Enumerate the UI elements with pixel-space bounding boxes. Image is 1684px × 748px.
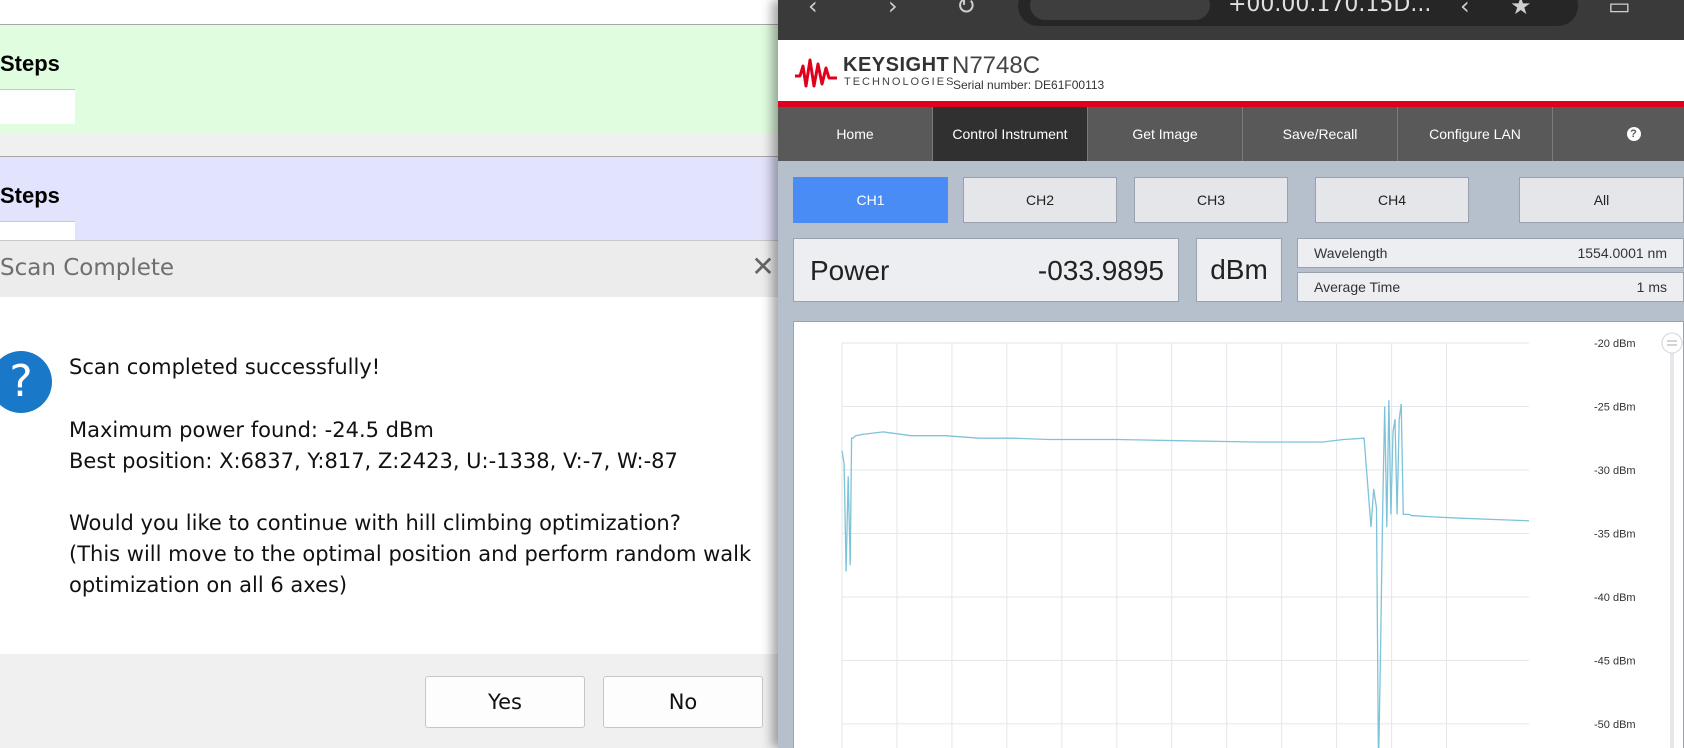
dialog-titlebar: Scan Complete ✕: [0, 241, 778, 297]
power-trend-chart: -20 dBm -25 dBm -30 dBm -35 dBm -40 dBm -45 d…: [841, 332, 1683, 748]
scan-complete-dialog: Scan Complete ✕ ? Scan completed success…: [0, 240, 778, 748]
power-series-line: [841, 400, 1530, 748]
average-time-label: Average Time: [1314, 279, 1401, 295]
reload-icon[interactable]: ↻: [956, 0, 976, 20]
back-icon[interactable]: ‹: [808, 0, 818, 20]
wavelength-field[interactable]: Wavelength 1554.0001 nm: [1297, 238, 1684, 268]
y-tick-label: -50 dBm: [1594, 719, 1636, 731]
instrument-header: KEYSIGHT TECHNOLOGIES N7748C Serial numb…: [778, 40, 1684, 101]
y-tick-label: -35 dBm: [1594, 528, 1636, 540]
wavelength-value: 1554.0001 nm: [1577, 245, 1667, 261]
y-tick-label: -25 dBm: [1594, 401, 1636, 413]
section-title: Steps: [0, 51, 60, 76]
chart-scroll-handle: [1661, 332, 1683, 354]
power-label: Power: [810, 255, 890, 286]
keysight-logo-icon: [795, 58, 837, 88]
power-readout: Power -033.9895: [793, 238, 1179, 302]
y-tick-label: -30 dBm: [1594, 465, 1636, 477]
security-chip[interactable]: [1030, 0, 1210, 20]
instrument-model: N7748C: [952, 52, 1041, 79]
chart-scroll-track: [1670, 350, 1674, 748]
tab-get-image[interactable]: Get Image: [1088, 107, 1243, 161]
instrument-nav: Home Control Instrument Get Image Save/R…: [778, 107, 1684, 161]
section-divider: [0, 134, 778, 156]
channel-button-ch2[interactable]: CH2: [963, 177, 1117, 223]
channel-button-ch1[interactable]: CH1: [793, 177, 948, 223]
serial-number: Serial number: DE61F00113: [953, 78, 1105, 92]
tab-save-recall[interactable]: Save/Recall: [1243, 107, 1398, 161]
bookmark-star-icon[interactable]: ★: [1510, 0, 1532, 20]
browser-toolbar: ‹ › ↻ +00.00.170.15D... ‹ ★ ▭: [778, 0, 1684, 40]
average-time-value: 1 ms: [1636, 279, 1667, 295]
y-tick-label: -45 dBm: [1594, 655, 1636, 667]
help-icon: ?: [1626, 127, 1641, 141]
steps-section-1: Steps: [0, 24, 778, 135]
control-panel: CH1 CH2 CH3 CH4 All Power -033.9895 dBm …: [778, 161, 1684, 748]
dialog-message-line: (This will move to the optimal position …: [69, 542, 752, 566]
wavelength-label: Wavelength: [1314, 245, 1388, 261]
dialog-message-line: Scan completed successfully!: [69, 355, 381, 379]
close-icon[interactable]: ✕: [748, 253, 778, 283]
yes-button[interactable]: Yes: [425, 676, 585, 728]
question-icon: ?: [0, 351, 52, 413]
average-time-field[interactable]: Average Time 1 ms: [1297, 272, 1684, 302]
dialog-message-line: Best position: X:6837, Y:817, Z:2423, U:…: [69, 449, 678, 473]
y-tick-label: -40 dBm: [1594, 592, 1636, 604]
section-title: Steps: [0, 183, 60, 208]
steps-input[interactable]: [0, 89, 75, 124]
tab-configure-lan[interactable]: Configure LAN: [1398, 107, 1553, 161]
address-url[interactable]: +00.00.170.15D...: [1228, 0, 1431, 17]
steps-section-2: Steps: [0, 156, 778, 256]
channel-button-ch4[interactable]: CH4: [1315, 177, 1469, 223]
scan-application-window: Steps Steps Scan Complete ✕ ? Scan compl…: [0, 0, 778, 748]
forward-icon[interactable]: ›: [888, 0, 898, 20]
dialog-message-line: optimization on all 6 axes): [69, 573, 348, 597]
power-chart: -20 dBm -25 dBm -30 dBm -35 dBm -40 dBm -45 d…: [793, 321, 1684, 748]
channel-button-all[interactable]: All: [1519, 177, 1684, 223]
brand-subtitle: TECHNOLOGIES: [844, 76, 956, 88]
top-strip: [0, 0, 778, 25]
dialog-title: Scan Complete: [0, 255, 175, 281]
tab-home[interactable]: Home: [778, 107, 933, 161]
dialog-message-line: Maximum power found: -24.5 dBm: [69, 418, 434, 442]
brand-name: KEYSIGHT: [843, 54, 950, 76]
dialog-message-line: Would you like to continue with hill cli…: [69, 511, 681, 535]
tab-icon[interactable]: ▭: [1608, 0, 1631, 20]
y-tick-label: -20 dBm: [1594, 338, 1636, 350]
no-button[interactable]: No: [603, 676, 763, 728]
dialog-footer: Yes No: [0, 654, 778, 748]
share-icon[interactable]: ‹: [1460, 0, 1470, 20]
power-unit-button[interactable]: dBm: [1196, 238, 1282, 302]
channel-button-ch3[interactable]: CH3: [1134, 177, 1288, 223]
power-value: -033.9895: [1037, 255, 1164, 286]
tab-control-instrument[interactable]: Control Instrument: [933, 107, 1088, 161]
help-button[interactable]: ?: [1553, 107, 1684, 161]
browser-window: ‹ › ↻ +00.00.170.15D... ‹ ★ ▭ KEYSIGHT T…: [778, 0, 1684, 748]
